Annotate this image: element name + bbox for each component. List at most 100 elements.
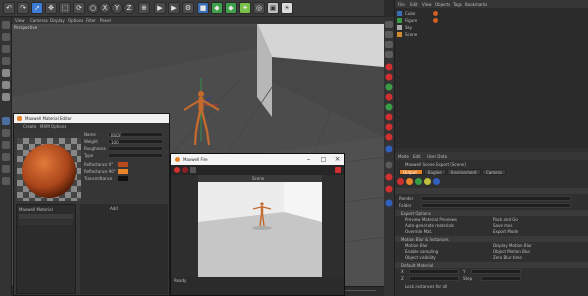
camera-icon[interactable]: ▣ — [267, 2, 279, 14]
viewport-menu-display[interactable]: Display — [50, 18, 65, 23]
mat-name-field[interactable]: BSDF — [108, 132, 163, 138]
points-mode-icon[interactable] — [2, 69, 10, 77]
lock-workplane-icon[interactable] — [2, 153, 10, 161]
am-menu-mode[interactable]: Mode — [398, 154, 409, 159]
viewport-menu-options[interactable]: Options — [68, 18, 83, 23]
object-row[interactable]: Scene — [397, 32, 547, 37]
am-menu-edit[interactable]: Edit — [413, 154, 421, 159]
deformer-icon[interactable]: ✦ — [239, 2, 251, 14]
fire-settings-icon[interactable] — [190, 167, 196, 173]
scene-icon[interactable]: ◎ — [253, 2, 265, 14]
python-icon[interactable] — [2, 177, 10, 185]
om-menu-tags[interactable]: Tags — [453, 2, 462, 7]
z-axis-icon[interactable]: Z — [123, 2, 135, 14]
layer-row[interactable] — [19, 214, 73, 219]
material-editor-titlebar[interactable]: Maxwell Material Editor — [14, 114, 169, 123]
edges-mode-icon[interactable] — [2, 81, 10, 89]
reflectance-0-swatch[interactable] — [118, 162, 128, 167]
default-x-field[interactable] — [409, 269, 459, 274]
om-menu-bookmarks[interactable]: Bookmarks — [465, 2, 487, 7]
rotate-icon[interactable]: ⟳ — [73, 2, 85, 14]
om-menu-file[interactable]: File — [398, 2, 405, 7]
left-toolbar — [0, 17, 12, 296]
viewport-menu-panel[interactable]: Panel — [100, 18, 111, 23]
reflectance-90-swatch[interactable] — [118, 169, 128, 174]
recent-tools-icon[interactable]: ○ — [87, 2, 99, 14]
make-editable-icon[interactable] — [2, 21, 10, 29]
default-step-field[interactable] — [481, 276, 521, 281]
light-icon[interactable]: ☀ — [281, 2, 293, 14]
close-icon[interactable]: × — [333, 155, 342, 164]
snap-icon[interactable] — [2, 141, 10, 149]
material-tag-icon[interactable] — [433, 11, 438, 16]
maximize-icon[interactable]: □ — [319, 155, 328, 164]
add-layer-label[interactable]: Add — [110, 206, 118, 211]
globe-icon[interactable] — [433, 178, 440, 185]
tab-environment[interactable]: Environment — [447, 169, 481, 175]
tab-engine[interactable]: Engine — [424, 169, 446, 175]
fire-options-icon[interactable] — [335, 167, 341, 173]
mat-field-refl90-label: Reflectance 90° — [84, 169, 116, 174]
render-settings-icon[interactable]: ⚙ — [182, 2, 194, 14]
export-pack-label: Pack and Go — [493, 217, 518, 222]
default-y-field[interactable] — [471, 269, 521, 274]
mat-field-roughness-label: Roughness — [84, 146, 106, 151]
cube-icon[interactable]: ■ — [197, 2, 209, 14]
render-view-icon[interactable]: ▶ — [154, 2, 166, 14]
section-export-options: Export Options — [401, 211, 431, 216]
default-material-section: Default Material — [395, 262, 588, 268]
viewport-menu-cameras[interactable]: Cameras — [30, 18, 48, 23]
mat-menu-mxm-options[interactable]: MXM Options — [40, 124, 66, 129]
array-icon[interactable]: ◆ — [225, 2, 237, 14]
material-tag-icon[interactable] — [433, 18, 438, 23]
live-selection-icon[interactable]: ➚ — [31, 2, 43, 14]
fire-titlebar[interactable]: Maxwell Fire – □ × — [171, 154, 344, 165]
solo-icon[interactable] — [2, 165, 10, 173]
coordinate-system-icon[interactable]: ⊕ — [138, 2, 150, 14]
tab-output[interactable]: Output — [399, 169, 423, 175]
fire-start-icon[interactable] — [174, 167, 180, 173]
om-menu-objects[interactable]: Objects — [435, 2, 450, 7]
undo-icon[interactable]: ↶ — [3, 2, 15, 14]
default-z-field[interactable] — [409, 276, 459, 281]
light-bulb-icon[interactable] — [424, 178, 431, 185]
tweak-mode-icon[interactable] — [2, 129, 10, 137]
mat-type-dropdown[interactable] — [108, 153, 163, 158]
render-picture-viewer-icon[interactable]: ▶ — [168, 2, 180, 14]
viewport-menu-view[interactable]: View — [15, 18, 25, 23]
redo-icon[interactable]: ↷ — [17, 2, 29, 14]
object-row[interactable]: Sky — [397, 25, 547, 30]
om-menu-edit[interactable]: Edit — [410, 2, 418, 7]
mat-roughness-field[interactable] — [108, 146, 163, 151]
scale-icon[interactable]: ⬚ — [59, 2, 71, 14]
model-mode-icon[interactable] — [2, 33, 10, 41]
fire-render-view[interactable] — [198, 182, 322, 277]
transmittance-swatch[interactable] — [118, 176, 128, 181]
object-row[interactable]: Cube — [397, 11, 547, 16]
om-menu-view[interactable]: View — [422, 2, 432, 7]
material-icon[interactable] — [415, 178, 422, 185]
render-icon[interactable] — [397, 178, 404, 185]
mat-weight-field[interactable]: 100 — [108, 139, 163, 145]
render-path-field[interactable] — [421, 196, 571, 201]
nurbs-icon[interactable]: ◆ — [211, 2, 223, 14]
fire-stop-icon[interactable] — [182, 167, 188, 173]
am-menu-user-data[interactable]: User Data — [427, 154, 447, 159]
viewport-menu-filter[interactable]: Filter — [86, 18, 96, 23]
material-node-view[interactable]: Add — [80, 204, 168, 294]
polygons-mode-icon[interactable] — [2, 93, 10, 101]
y-axis-icon[interactable]: Y — [111, 2, 123, 14]
mat-menu-create[interactable]: Create — [23, 124, 36, 129]
layer-row[interactable] — [19, 220, 73, 225]
x-axis-icon[interactable]: X — [99, 2, 111, 14]
move-icon[interactable]: ✥ — [45, 2, 57, 14]
texture-mode-icon[interactable] — [2, 45, 10, 53]
axis-mode-icon[interactable] — [2, 117, 10, 125]
object-row[interactable]: Figure — [397, 18, 547, 23]
folder-path-field[interactable] — [421, 203, 571, 208]
workplane-icon[interactable] — [2, 57, 10, 65]
minimize-icon[interactable]: – — [304, 155, 313, 164]
tab-camera[interactable]: Camera — [482, 169, 506, 175]
default-z-label: Z — [401, 276, 404, 281]
fire-icon[interactable] — [406, 178, 413, 185]
